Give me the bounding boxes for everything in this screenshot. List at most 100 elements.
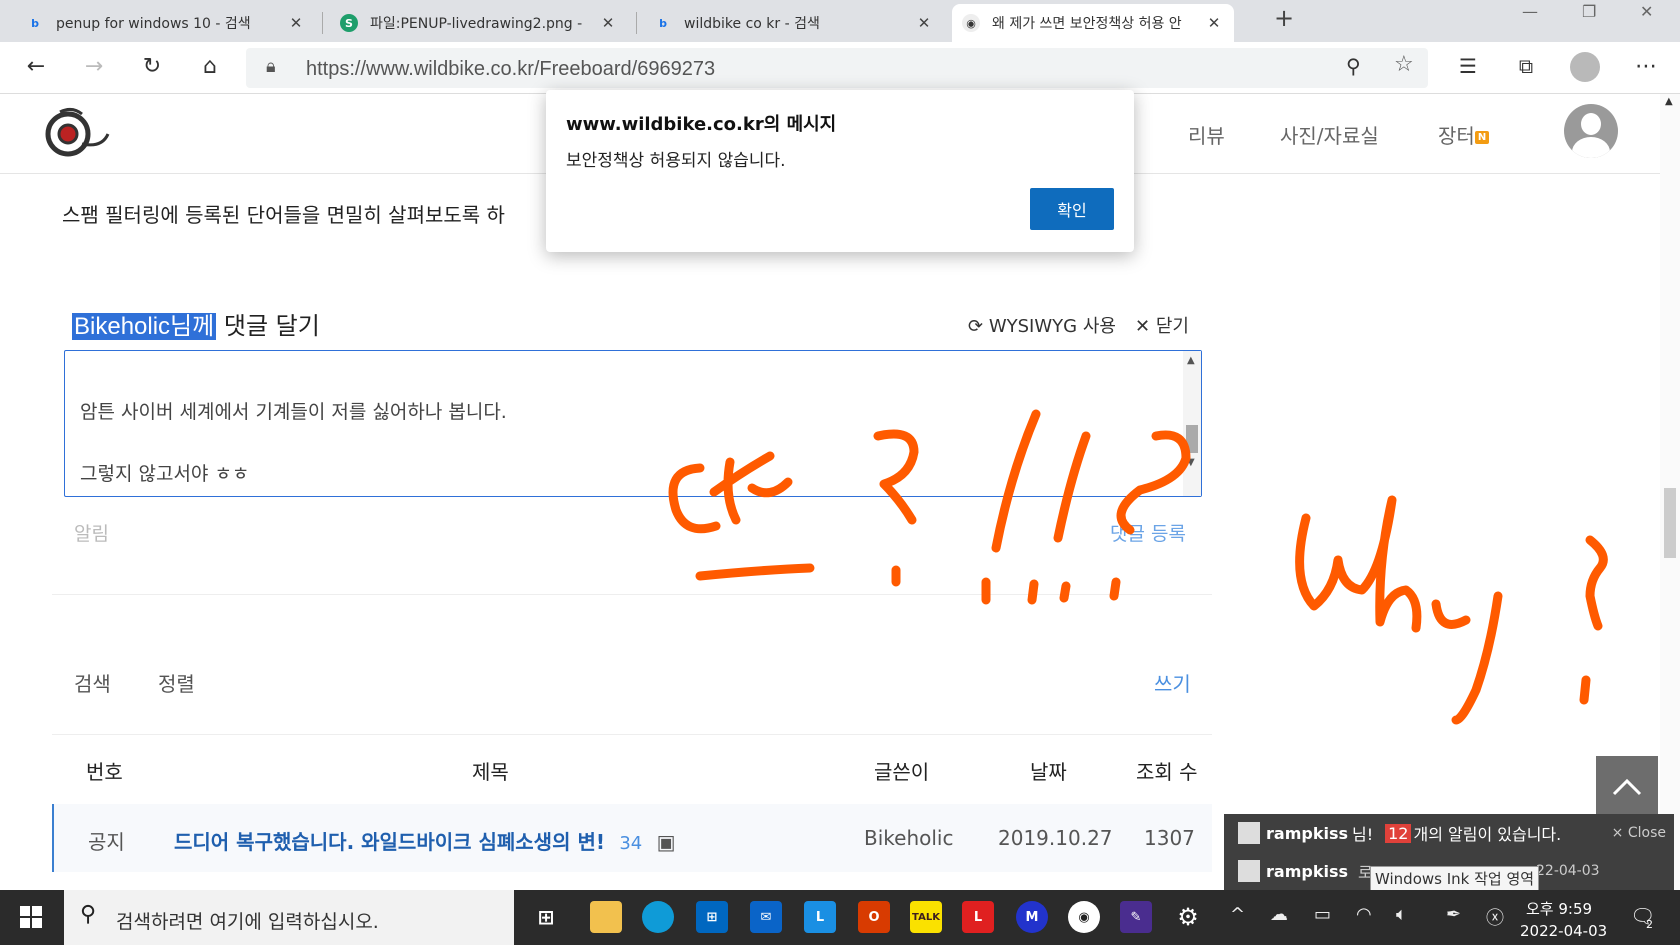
taskbar-search-placeholder: 검색하려면 여기에 입력하십시오.: [116, 911, 379, 933]
nav-review[interactable]: 리뷰: [1188, 120, 1225, 149]
refresh-icon[interactable]: ↻: [138, 54, 166, 79]
office-icon[interactable]: O: [858, 901, 890, 933]
close-tab-icon[interactable]: ✕: [914, 14, 934, 32]
user-avatar[interactable]: [1564, 104, 1618, 158]
restore-icon[interactable]: ❐: [1582, 2, 1596, 21]
wifi-icon[interactable]: ◠: [1356, 904, 1372, 925]
scroll-up-icon[interactable]: ▲: [1187, 355, 1195, 366]
comment-textarea[interactable]: 암튼 사이버 세계에서 기계들이 저를 싫어하나 봅니다. 그렇지 않고서야 ㅎ…: [64, 350, 1202, 497]
more-menu-icon[interactable]: ⋯: [1632, 54, 1660, 79]
board-search-button[interactable]: 검색: [74, 668, 111, 697]
comment-count[interactable]: 34: [619, 833, 642, 854]
editor-line: 그렇지 않고서야 ㅎㅎ: [80, 463, 250, 485]
zoom-search-icon[interactable]: ⚲: [1346, 54, 1361, 78]
notice-title-link[interactable]: 드디어 복구했습니다. 와일드바이크 심폐소생의 변!: [174, 830, 605, 854]
lock-icon[interactable]: 🔒︎: [266, 56, 276, 77]
action-center-count: 2: [1646, 918, 1653, 931]
editor-scroll-thumb[interactable]: [1186, 425, 1198, 453]
mail-icon[interactable]: ✉: [750, 901, 782, 933]
nav-market[interactable]: 장터 N: [1438, 120, 1490, 149]
kakaotalk-icon[interactable]: TALK: [910, 901, 942, 933]
store-icon[interactable]: ⊞: [696, 901, 728, 933]
volume-icon[interactable]: 🔈︎: [1396, 904, 1407, 925]
notif-close-button[interactable]: × Close: [1612, 825, 1666, 841]
m-app-icon[interactable]: M: [1016, 901, 1048, 933]
new-tab-icon[interactable]: +: [1274, 4, 1294, 32]
page-scroll-thumb[interactable]: [1664, 488, 1676, 558]
tab-strip: b penup for windows 10 - 검색 ✕ S 파일:PENUP…: [0, 0, 1680, 42]
close-tab-icon[interactable]: ✕: [598, 14, 618, 32]
divider: [52, 594, 1212, 595]
notif-count-badge: 12: [1385, 823, 1412, 843]
bing-icon: b: [659, 16, 667, 30]
file-explorer-icon[interactable]: [590, 901, 622, 933]
close-tab-icon[interactable]: ✕: [1204, 14, 1224, 32]
row-title-cell: 드디어 복구했습니다. 와일드바이크 심폐소생의 변! 34 ▣: [174, 826, 676, 855]
alert-message: 보안정책상 허용되지 않습니다.: [566, 151, 786, 171]
tab-title: 파일:PENUP-livedrawing2.png -: [370, 16, 583, 32]
url-text[interactable]: https://www.wildbike.co.kr/Freeboard/696…: [306, 58, 715, 81]
penup-icon[interactable]: ✎: [1120, 901, 1152, 933]
browser-toolbar: ← → ↻ ⌂ 🔒︎ https://www.wildbike.co.kr/Fr…: [0, 42, 1680, 94]
notif-user: rampkiss: [1266, 823, 1348, 843]
close-tab-icon[interactable]: ✕: [286, 14, 306, 32]
task-view-icon[interactable]: ⊞: [530, 901, 562, 933]
profile-avatar[interactable]: [1570, 52, 1600, 82]
favorite-star-icon[interactable]: ☆: [1394, 52, 1414, 77]
edge-icon[interactable]: [642, 901, 674, 933]
l-app-icon[interactable]: L: [962, 901, 994, 933]
tab-wildbike-search[interactable]: b wildbike co kr - 검색 ✕: [644, 4, 944, 42]
minimize-icon[interactable]: —: [1522, 2, 1538, 21]
tab-wildbike-post[interactable]: ◉ 왜 제가 쓰면 보안정책상 허용 안 ✕: [952, 4, 1234, 42]
editor-scrollbar[interactable]: ▲ ▼: [1183, 351, 1201, 496]
col-header-title: 제목: [472, 760, 509, 784]
line-app-icon[interactable]: L: [804, 901, 836, 933]
favorites-icon[interactable]: ☰: [1454, 54, 1482, 78]
page-scrollbar[interactable]: ▲ ▼: [1660, 94, 1680, 890]
music-app-icon[interactable]: ◉: [1068, 901, 1100, 933]
notification-row[interactable]: rampkiss 님! 12 개의 알림이 있습니다. × Close: [1224, 814, 1674, 852]
back-icon[interactable]: ←: [22, 54, 50, 79]
tab-separator: [322, 12, 323, 34]
row-author[interactable]: Bikeholic: [864, 826, 953, 850]
notif-message: 개의 알림이 있습니다.: [1413, 825, 1562, 844]
taskbar-search-box[interactable]: ⚲ 검색하려면 여기에 입력하십시오.: [64, 890, 514, 945]
tab-penup-search[interactable]: b penup for windows 10 - 검색 ✕: [16, 4, 316, 42]
tray-chevron-up-icon[interactable]: ^: [1230, 904, 1245, 925]
submit-comment-button[interactable]: 댓글 등록: [1110, 519, 1186, 546]
forward-icon[interactable]: →: [80, 54, 108, 79]
battery-icon[interactable]: ▭: [1314, 904, 1331, 925]
clock-date[interactable]: 2022-04-03: [1520, 922, 1607, 940]
row-number: 공지: [88, 830, 125, 854]
close-label: 닫기: [1155, 316, 1189, 337]
scroll-up-icon[interactable]: ▲: [1665, 96, 1673, 107]
settings-gear-icon[interactable]: ⚙: [1172, 901, 1204, 933]
board-sort-button[interactable]: 정렬: [158, 668, 195, 697]
comment-label: 댓글 달기: [223, 312, 320, 340]
scroll-down-icon[interactable]: ▼: [1187, 457, 1195, 468]
close-circle-icon[interactable]: ⓧ: [1486, 904, 1504, 930]
clock-time[interactable]: 오후 9:59: [1526, 898, 1592, 919]
scroll-to-top-button[interactable]: [1596, 756, 1658, 818]
close-comment-button[interactable]: ✕ 닫기: [1135, 312, 1189, 338]
home-icon[interactable]: ⌂: [196, 54, 224, 79]
alert-ok-button[interactable]: 확인: [1030, 188, 1114, 230]
table-row[interactable]: 공지 드디어 복구했습니다. 와일드바이크 심폐소생의 변! 34 ▣ Bike…: [52, 804, 1212, 872]
comment-target-user: Bikeholic님께: [72, 313, 217, 340]
close-window-icon[interactable]: ✕: [1640, 2, 1653, 21]
nav-photos[interactable]: 사진/자료실: [1280, 120, 1379, 149]
tab-penup-wiki[interactable]: S 파일:PENUP-livedrawing2.png - ✕: [330, 4, 628, 42]
col-header-date: 날짜: [1030, 760, 1067, 784]
write-post-link[interactable]: 쓰기: [1154, 668, 1191, 697]
site-logo[interactable]: [42, 104, 112, 164]
windows-start-icon[interactable]: [20, 906, 42, 928]
col-header-author: 글쓴이: [874, 760, 930, 784]
onedrive-icon[interactable]: ☁: [1270, 904, 1288, 925]
pen-icon[interactable]: ✒: [1446, 904, 1461, 925]
notify-checkbox-label[interactable]: 알림: [74, 519, 109, 546]
address-bar[interactable]: 🔒︎ https://www.wildbike.co.kr/Freeboard/…: [246, 48, 1428, 88]
wysiwyg-toggle[interactable]: ⟳ WYSIWYG 사용: [968, 312, 1116, 338]
tab-title: wildbike co kr - 검색: [684, 16, 820, 32]
user-avatar-icon: [1238, 860, 1260, 882]
collections-icon[interactable]: ⧉: [1512, 54, 1540, 78]
